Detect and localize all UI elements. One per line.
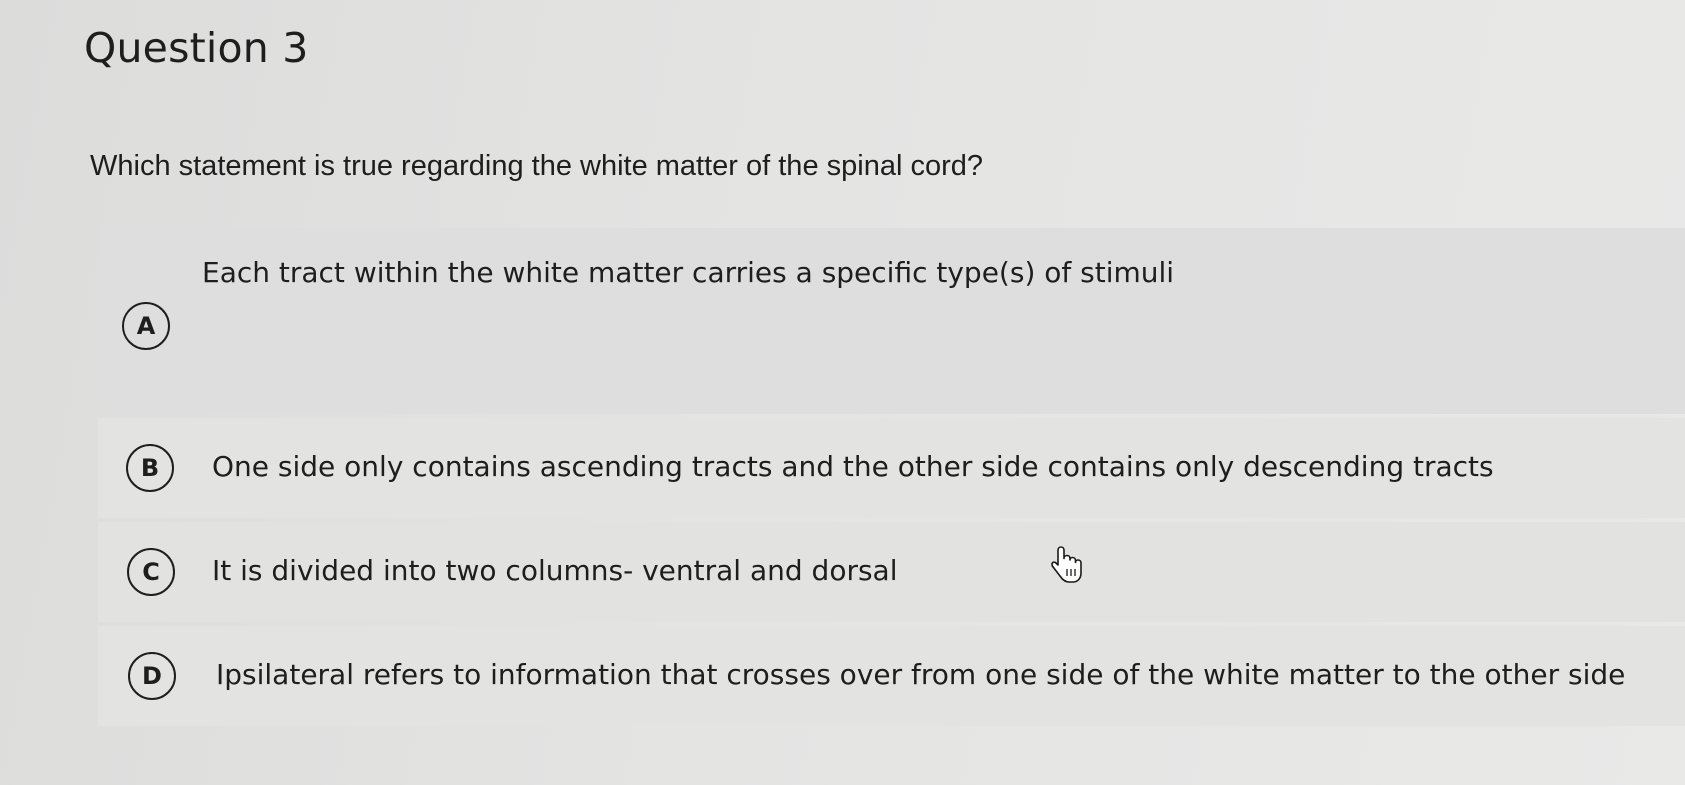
option-c-badge[interactable]: C <box>127 548 175 596</box>
option-d[interactable]: D Ipsilateral refers to information that… <box>98 626 1685 726</box>
option-d-text: Ipsilateral refers to information that c… <box>216 658 1626 691</box>
option-d-badge[interactable]: D <box>128 652 176 700</box>
option-a-badge[interactable]: A <box>122 302 170 350</box>
option-c[interactable]: C It is divided into two columns- ventra… <box>98 522 1685 622</box>
option-b-badge[interactable]: B <box>126 444 174 492</box>
option-a-text: Each tract within the white matter carri… <box>202 256 1175 289</box>
option-c-text: It is divided into two columns- ventral … <box>212 554 898 587</box>
question-title: Question 3 <box>84 24 309 72</box>
question-prompt: Which statement is true regarding the wh… <box>90 150 983 182</box>
option-b[interactable]: B One side only contains ascending tract… <box>98 418 1685 518</box>
hand-pointer-icon <box>1050 545 1084 585</box>
option-b-text: One side only contains ascending tracts … <box>212 450 1494 483</box>
option-a[interactable]: A Each tract within the white matter car… <box>98 228 1685 414</box>
